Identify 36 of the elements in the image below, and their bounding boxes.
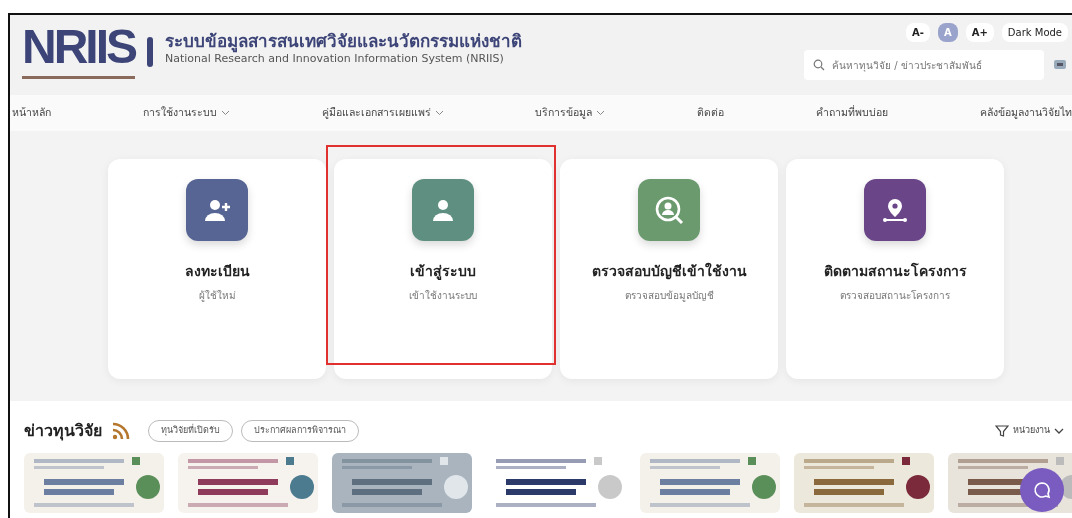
site-title: ระบบข้อมูลสารสนเทศวิจัยและนวัตกรรมแห่งชาติ <box>165 31 522 52</box>
search-field[interactable]: ค้นหาทุนวิจัย / ข่าวประชาสัมพันธ์ <box>804 50 1044 80</box>
filter-chip[interactable]: ประกาศผลการพิจารณา <box>241 420 359 442</box>
menu-card[interactable]: ติดตามสถานะโครงการ ตรวจสอบสถานะโครงการ <box>786 159 1004 379</box>
chat-icon <box>1032 480 1052 500</box>
rss-icon[interactable] <box>112 422 130 440</box>
menu-card[interactable]: ลงทะเบียน ผู้ใช้ใหม่ <box>108 159 326 379</box>
nav-link[interactable]: คู่มือและเอกสารเผยแพร่ <box>321 105 444 121</box>
card-subtitle: ตรวจสอบสถานะโครงการ <box>840 289 950 303</box>
nav-link[interactable]: คลังข้อมูลงานวิจัยไท <box>979 105 1072 121</box>
font-size-button[interactable]: A+ <box>965 23 994 42</box>
user-search-icon <box>654 195 684 225</box>
menu-card[interactable]: เข้าสู่ระบบ เข้าใช้งานระบบ <box>334 159 552 379</box>
card-subtitle: เข้าใช้งานระบบ <box>409 289 477 303</box>
nav-link[interactable]: การใช้งานระบบ <box>142 105 230 121</box>
site-subtitle: National Research and Innovation Information System (NRIIS) <box>165 52 504 68</box>
chevron-down-icon[interactable] <box>1054 427 1064 435</box>
card-title: ลงทะเบียน <box>184 262 250 281</box>
nav-link[interactable]: ติดต่อ <box>697 105 725 121</box>
nav-link[interactable]: คำถามที่พบบ่อย <box>816 105 889 121</box>
card-title: ตรวจสอบบัญชีเข้าใช้งาน <box>591 261 747 282</box>
logo[interactable]: NRIIS <box>22 23 135 79</box>
font-size-button[interactable]: A- <box>906 23 930 42</box>
nav-link[interactable]: บริการข้อมูล <box>535 105 606 121</box>
menu-card[interactable]: ตรวจสอบบัญชีเข้าใช้งาน ตรวจสอบข้อมูลบัญชี <box>560 159 778 379</box>
unit-filter[interactable]: หน่วยงาน <box>1013 424 1050 438</box>
card-subtitle: ตรวจสอบข้อมูลบัญชี <box>624 289 714 303</box>
filter-icon[interactable] <box>995 424 1009 438</box>
card-title: ติดตามสถานะโครงการ <box>823 261 967 281</box>
section-title: ข่าวทุนวิจัย <box>24 420 102 443</box>
nav-link[interactable]: หน้าหลัก <box>12 105 51 121</box>
dark-mode-button[interactable]: Dark Mode <box>1001 23 1068 42</box>
card-subtitle: ผู้ใช้ใหม่ <box>198 289 236 303</box>
divider-bar <box>147 37 153 67</box>
card-title: เข้าสู่ระบบ <box>410 262 476 282</box>
filter-chip[interactable]: ทุนวิจัยที่เปิดรับ <box>148 420 233 442</box>
